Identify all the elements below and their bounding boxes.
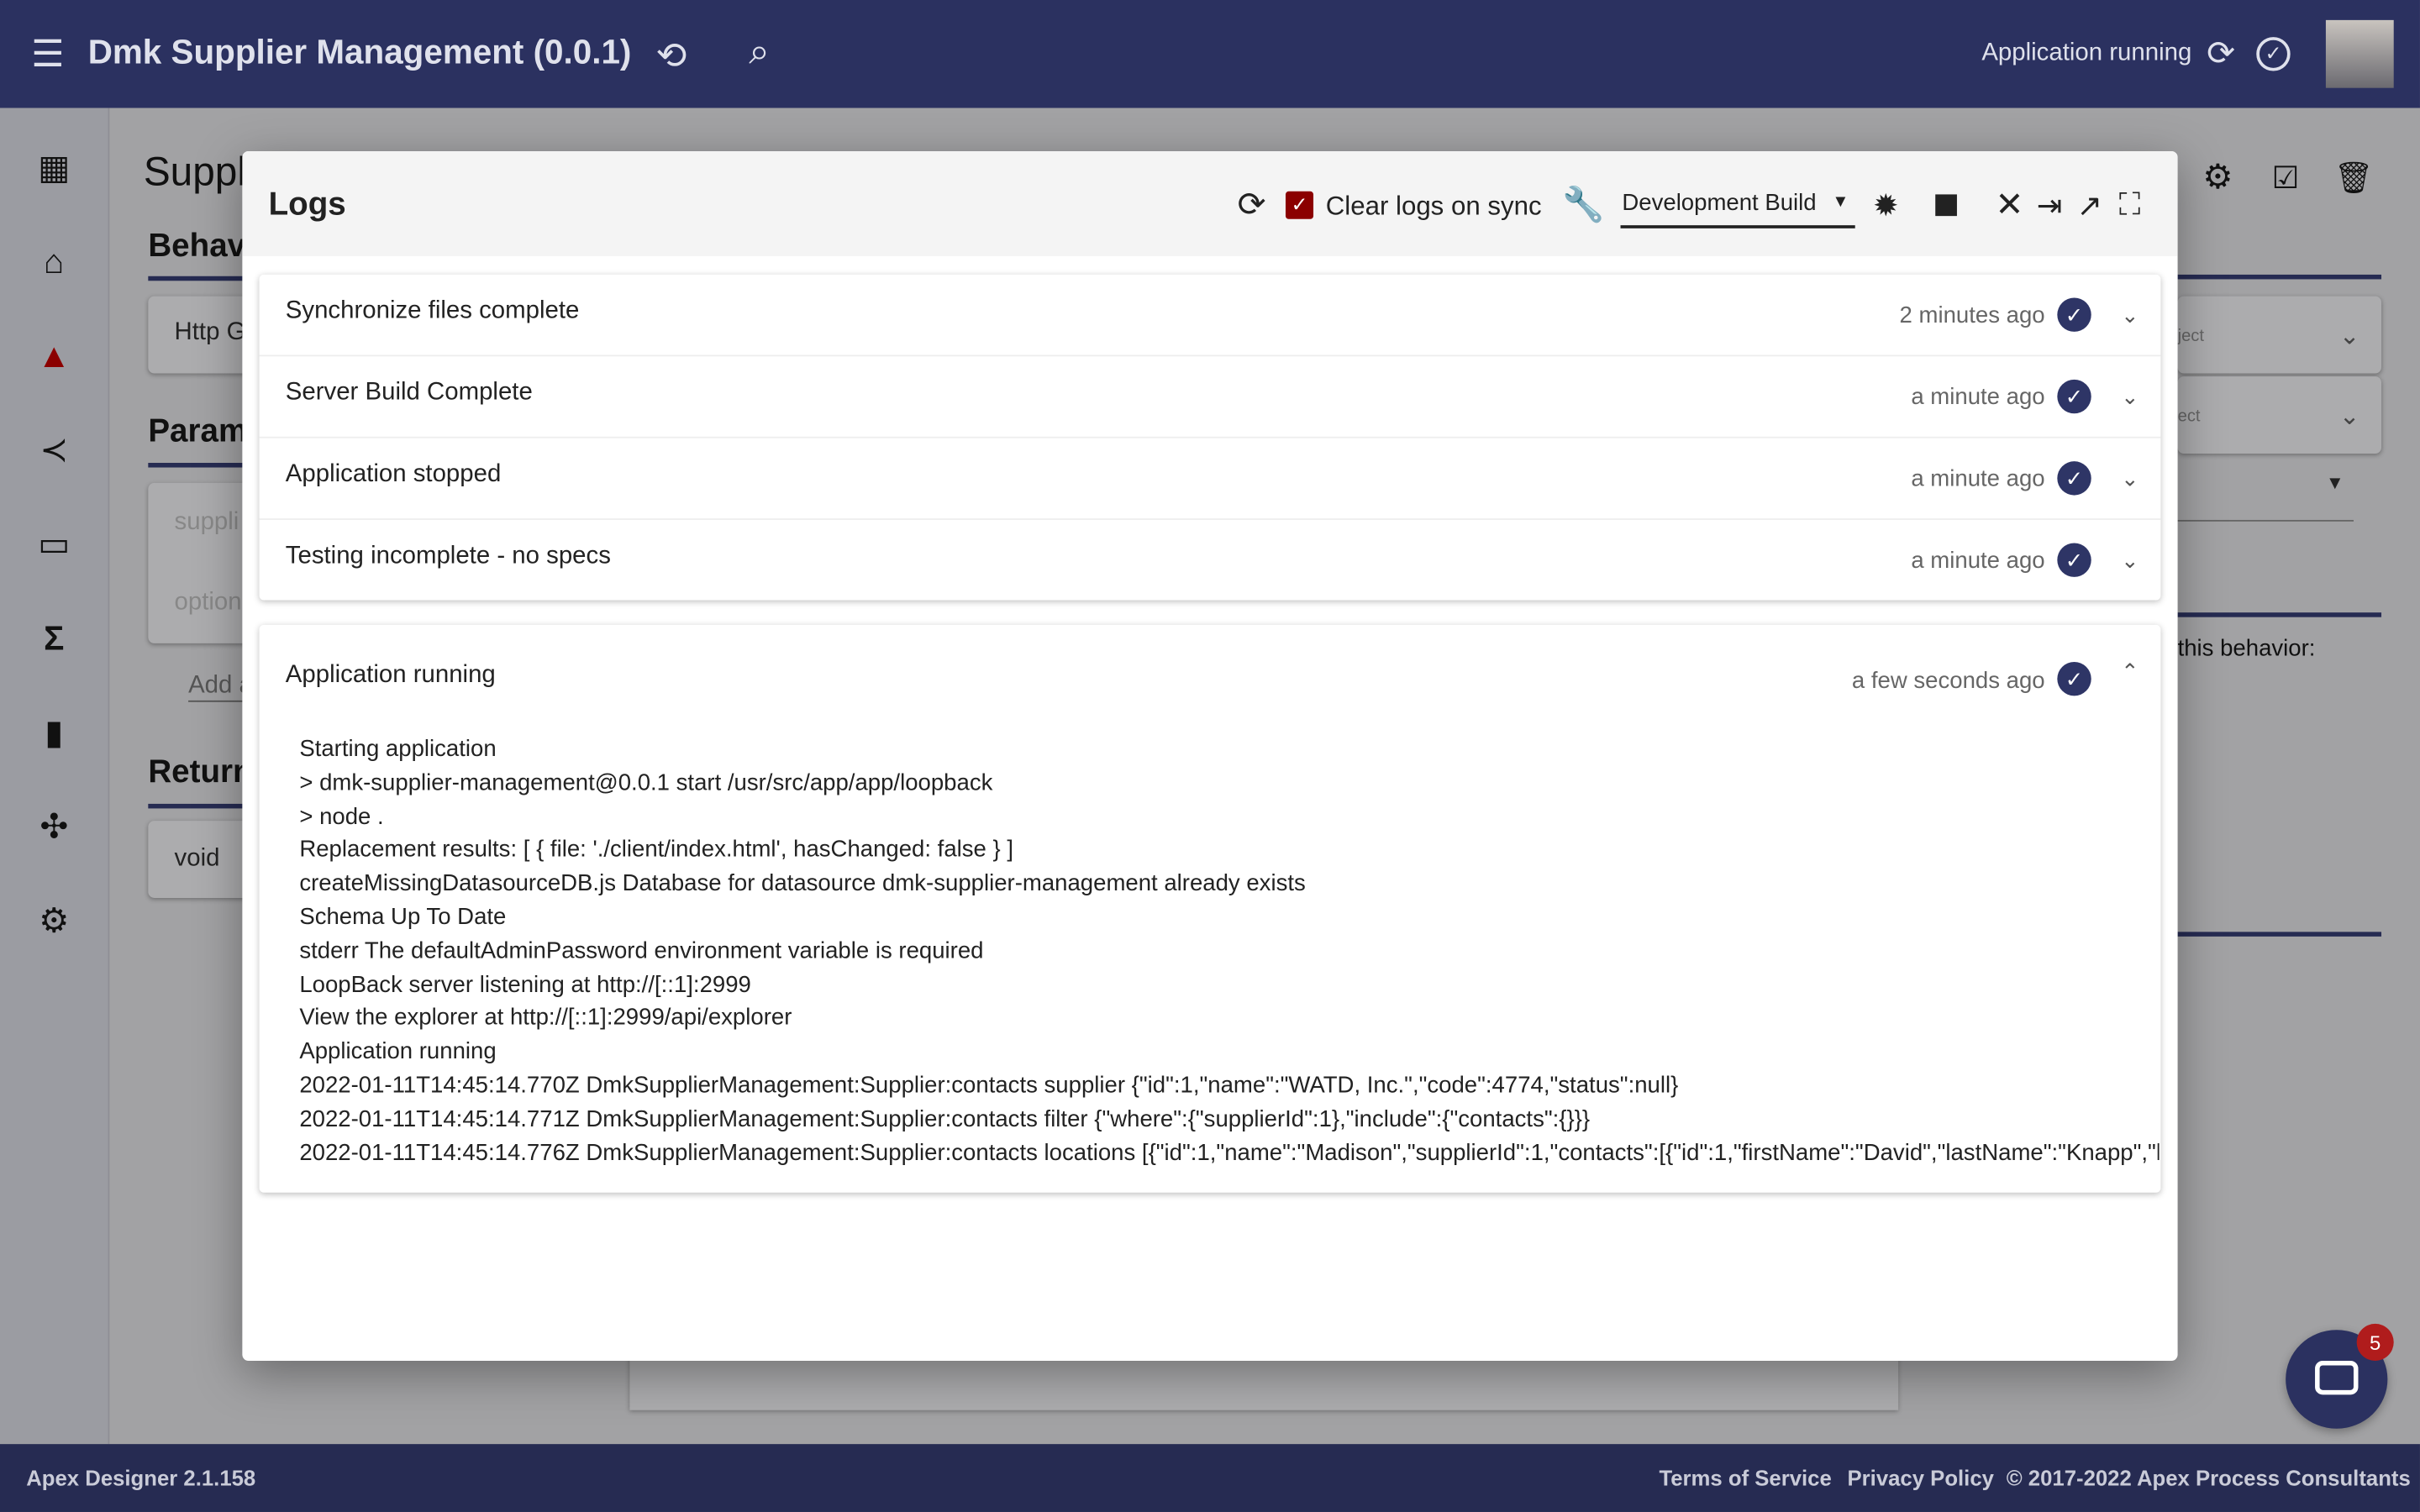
chevron-down-icon[interactable]: ⌄ xyxy=(2121,384,2139,410)
log-entry[interactable]: Testing incomplete - no specs a minute ag… xyxy=(260,520,2161,601)
log-label: Synchronize files complete xyxy=(285,297,580,324)
stop-icon[interactable] xyxy=(1935,194,1957,217)
log-entry[interactable]: Synchronize files complete 2 minutes ago ✓… xyxy=(259,275,2161,357)
log-entry-expanded: Application running a few seconds ago ✓ … xyxy=(260,625,2161,1193)
file-icon[interactable]: ▮ xyxy=(31,710,77,756)
search-icon[interactable]: ⌕ xyxy=(738,31,781,74)
page-title: Suppl xyxy=(143,148,246,195)
avatar[interactable] xyxy=(2325,19,2394,88)
log-line: View the explorer at http://[::1]:2999/a… xyxy=(299,1005,792,1032)
settings-icon[interactable]: ⚙ xyxy=(2197,157,2238,197)
copyright-text: © 2017-2022 Apex Process Consultants xyxy=(2006,1465,2411,1491)
log-label: Application stopped xyxy=(285,461,502,488)
check-circle-icon: ✓ xyxy=(2057,661,2091,696)
check-circle-icon: ✓ xyxy=(2057,379,2091,414)
app-status: Application running xyxy=(1981,39,2192,66)
log-line: LoopBack server listening at http://[::1… xyxy=(299,971,751,998)
log-list: Synchronize files complete 2 minutes ago ✓… xyxy=(259,275,2161,601)
home-icon[interactable]: ⌂ xyxy=(31,239,77,286)
log-line: > node . xyxy=(299,803,384,830)
build-select[interactable]: Development Build ▼ xyxy=(1620,185,1855,228)
check-circle-icon: ✓ xyxy=(2057,461,2091,496)
log-line: createMissingDatasourceDB.js Database fo… xyxy=(299,870,1306,897)
apps-icon[interactable]: ▦ xyxy=(31,145,77,192)
log-label[interactable]: Application running xyxy=(286,662,496,690)
open-new-window-icon[interactable]: ↗ xyxy=(2073,186,2107,223)
chevron-down-icon[interactable]: ⌄ xyxy=(2121,302,2139,328)
right-field-1: ject xyxy=(2177,327,2205,346)
logs-dialog: Logs ⟳ ✓ Clear logs on sync 🔧 Developmen… xyxy=(242,150,2178,1361)
log-line: > dmk-supplier-management@0.0.1 start /u… xyxy=(299,769,993,796)
bug-icon[interactable]: ✹ xyxy=(1867,186,1904,223)
delete-icon[interactable]: 🗑 xyxy=(2333,157,2374,197)
version-text: Apex Designer 2.1.158 xyxy=(26,1465,256,1491)
parameters-heading: Param xyxy=(148,413,248,449)
terms-link[interactable]: Terms of Service xyxy=(1659,1466,1831,1490)
check-circle-icon[interactable]: ✓ xyxy=(2256,37,2291,71)
build-select-value: Development Build xyxy=(1622,189,1817,217)
log-line: 2022-01-11T14:45:14.776Z DmkSupplierMana… xyxy=(299,1139,2160,1166)
log-line: Schema Up To Date xyxy=(299,904,507,931)
log-time: a minute ago xyxy=(1911,465,2045,492)
sidebar: ▦ ⌂ ▲ ≺ ▭ Σ ▮ ✣ ⚙ xyxy=(0,108,110,1445)
log-line: Starting application xyxy=(299,736,497,763)
top-bar: ☰ Dmk Supplier Management (0.0.1) ⟲ ⌕ Ap… xyxy=(0,0,2420,108)
app-title: Dmk Supplier Management (0.0.1) xyxy=(87,32,632,71)
dropdown-arrow-icon: ▼ xyxy=(1832,192,1849,212)
chat-icon xyxy=(2315,1360,2359,1395)
chevron-down-icon[interactable]: ⌄ xyxy=(2121,548,2139,574)
history-icon[interactable]: ⟲ xyxy=(650,34,692,76)
return-type: void xyxy=(174,845,220,872)
clear-logs-checkbox[interactable]: ✓ xyxy=(1285,191,1314,219)
laptop-icon[interactable]: ▭ xyxy=(31,522,77,568)
sync-icon[interactable]: ⟳ xyxy=(2202,34,2239,72)
log-line: Application running xyxy=(299,1038,497,1065)
log-time: a few seconds ago xyxy=(1851,668,2045,695)
log-line: 2022-01-11T14:45:14.770Z DmkSupplierMana… xyxy=(299,1072,1679,1099)
login-icon[interactable]: ⇥ xyxy=(2033,186,2066,223)
notification-badge: 5 xyxy=(2356,1323,2394,1361)
fullscreen-icon[interactable]: ⛶ xyxy=(2112,186,2146,223)
returns-heading: Return xyxy=(148,754,253,790)
log-line: stderr The defaultAdminPassword environm… xyxy=(299,937,984,964)
chat-button[interactable]: 5 xyxy=(2286,1323,2394,1429)
http-method: Http G xyxy=(174,319,246,346)
log-output: Starting application > dmk-supplier-manag… xyxy=(299,732,2159,1169)
log-entry[interactable]: Application stopped a minute ago ✓ ⌄ xyxy=(259,438,2161,520)
right-field-2: ect xyxy=(2177,407,2201,426)
gear-icon[interactable]: ⚙ xyxy=(31,898,77,944)
menu-icon[interactable]: ☰ xyxy=(28,33,68,75)
param-options: option xyxy=(174,589,242,616)
close-icon[interactable]: ✕ xyxy=(1992,185,2026,223)
log-time: 2 minutes ago xyxy=(1899,302,2045,329)
log-entry[interactable]: Server Build Complete a minute ago ✓ ⌄ xyxy=(259,356,2161,438)
share-icon[interactable]: ≺ xyxy=(31,428,77,474)
logs-header: Logs ⟳ ✓ Clear logs on sync 🔧 Developmen… xyxy=(242,150,2178,256)
log-time: a minute ago xyxy=(1911,548,2045,575)
log-line: Replacement results: [ { file: './client… xyxy=(299,837,1014,864)
shapes-icon[interactable]: ▲ xyxy=(31,333,77,380)
chevron-up-icon[interactable]: ⌃ xyxy=(2121,659,2139,685)
footer: Apex Designer 2.1.158 Terms of Service P… xyxy=(0,1444,2420,1512)
sigma-icon[interactable]: Σ xyxy=(31,616,77,662)
param-supplier: suppli xyxy=(174,509,239,536)
check-circle-icon: ✓ xyxy=(2057,297,2091,332)
log-label: Testing incomplete - no specs xyxy=(285,543,611,570)
logs-title: Logs xyxy=(268,186,346,223)
sync-icon[interactable]: ⟳ xyxy=(1234,185,1270,223)
clear-logs-label: Clear logs on sync xyxy=(1325,191,1542,221)
behavior-heading: Behav xyxy=(148,228,246,265)
log-line: 2022-01-11T14:45:14.771Z DmkSupplierMana… xyxy=(299,1105,1591,1132)
right-text: this behavior: xyxy=(2177,635,2316,662)
puzzle-icon[interactable]: ✣ xyxy=(31,804,77,850)
wrench-icon: 🔧 xyxy=(1562,185,1605,224)
log-label: Server Build Complete xyxy=(285,379,533,407)
clipboard-check-icon[interactable]: ☑ xyxy=(2265,157,2306,197)
check-circle-icon: ✓ xyxy=(2057,543,2091,577)
chevron-down-icon[interactable]: ⌄ xyxy=(2121,466,2139,492)
privacy-link[interactable]: Privacy Policy xyxy=(1848,1466,1994,1490)
log-time: a minute ago xyxy=(1911,384,2045,411)
